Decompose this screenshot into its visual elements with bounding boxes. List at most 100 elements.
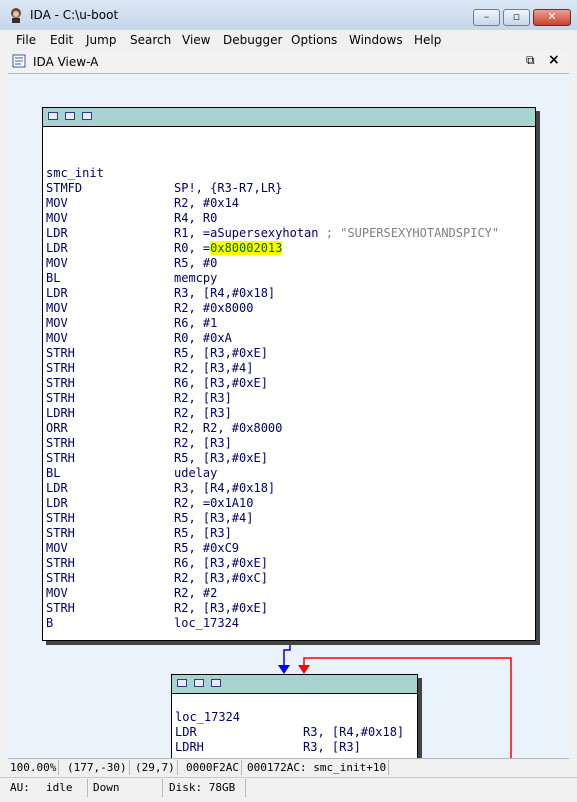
operand-text: R5, [R3,#0xE] [174, 346, 268, 360]
asm-line[interactable]: LDR R0, =0x80002013 [46, 241, 526, 256]
node-color-icon[interactable] [177, 679, 187, 687]
menu-windows[interactable]: Windows [349, 33, 403, 47]
menu-debugger[interactable]: Debugger [223, 33, 282, 47]
menu-jump[interactable]: Jump [86, 33, 116, 47]
divider [245, 779, 246, 797]
autoanalysis-label: AU: [10, 781, 30, 794]
mnemonic: STRH [46, 346, 75, 360]
node-color-icon[interactable] [48, 112, 58, 120]
operands: R6, #1 [174, 316, 217, 331]
node-collapse-icon[interactable] [194, 679, 204, 687]
asm-line[interactable]: MOV R2, #2 [46, 586, 526, 601]
operands: memcpy [174, 271, 217, 286]
operand-text: R2, #2 [174, 586, 218, 600]
operands: R0, =0x80002013 [174, 241, 283, 256]
asm-line[interactable]: MOV R4, R0 [46, 211, 526, 226]
asm-line[interactable]: LDR R3, [R4,#0x18] [46, 481, 526, 496]
asm-line[interactable]: LDR R1, =aSupersexyhotan ; "SUPERSEXYHOTA… [46, 226, 526, 241]
operands: R6, [R3,#0xE] [174, 376, 268, 391]
asm-line[interactable]: STRH R2, [R3,#0xE] [46, 601, 526, 616]
asm-line[interactable]: MOV R6, #1 [46, 316, 526, 331]
asm-line[interactable]: MOV R0, #0xA [46, 331, 526, 346]
current-address: 000172AC: smc_init+10 [245, 760, 390, 775]
asm-line[interactable]: BL memcpy [46, 271, 526, 286]
operands: R1, =aSupersexyhotan ; "SUPERSEXYHOTANDS… [174, 226, 499, 241]
operand-text: R5, #0xC9 [174, 541, 240, 555]
menu-file[interactable]: File [16, 33, 36, 47]
asm-line[interactable]: STRH R2, [R3,#4] [46, 361, 526, 376]
operands: R2, [R3,#0xC] [174, 571, 268, 586]
asm-line[interactable]: MOV R2, #0x14 [46, 196, 526, 211]
asm-line[interactable]: Bloc_17324 [46, 616, 526, 631]
operand-text: R2, [R3,#4] [174, 361, 254, 375]
operand-text: R2, [R3] [174, 406, 232, 420]
menu-view[interactable]: View [182, 33, 210, 47]
asm-line[interactable]: LDR R3, [R4,#0x18] [175, 725, 417, 740]
operand-text: R3, [R3] [303, 740, 361, 754]
code-label[interactable]: loc_17324 [175, 710, 240, 725]
ida-view-tab[interactable]: IDA View-A ⧉ × [8, 51, 569, 74]
graph-node-smc-init[interactable]: smc_init STMFD SP!, {R3-R7,LR} MOV R2, #0x14… [42, 107, 536, 641]
node-group-icon[interactable] [211, 679, 221, 687]
asm-line[interactable]: LDR R2, =0x1A10 [46, 496, 526, 511]
operands: R5, #0xC9 [174, 541, 239, 556]
asm-line[interactable]: STMFD SP!, {R3-R7,LR} [46, 181, 526, 196]
asm-line[interactable]: STRH R6, [R3,#0xE] [46, 376, 526, 391]
view-title: IDA View-A [33, 55, 99, 69]
asm-line[interactable]: LDRH R2, [R3] [46, 406, 526, 421]
operand-text: R6, [R3,#0xE] [174, 376, 268, 390]
asm-line[interactable]: LDRH R3, [R3] [175, 740, 417, 755]
asm-line[interactable]: STRH R2, [R3] [46, 436, 526, 451]
mnemonic: STRH [46, 436, 75, 450]
asm-line[interactable]: STRH R5, [R3,#4] [46, 511, 526, 526]
asm-line[interactable]: STRH R5, [R3,#0xE] [46, 346, 526, 361]
mnemonic: MOV [46, 331, 68, 345]
node-collapse-icon[interactable] [65, 112, 75, 120]
operand-text: R5, [R3,#4] [174, 511, 254, 525]
asm-line[interactable]: MOV R2, #0x8000 [46, 301, 526, 316]
asm-line[interactable]: STRH R5, [R3] [46, 526, 526, 541]
close-view-icon[interactable]: × [548, 52, 560, 68]
divider [162, 779, 163, 797]
mnemonic: STRH [46, 556, 75, 570]
asm-line[interactable]: STRH R2, [R3] [46, 391, 526, 406]
mnemonic: LDR [175, 725, 197, 739]
asm-line[interactable]: STRH R2, [R3,#0xC] [46, 571, 526, 586]
graph-status-bar: 100.00% (177,-30) (29,7) 0000F2AC 000172… [8, 758, 569, 777]
asm-line[interactable]: ORR R2, R2, #0x8000 [46, 421, 526, 436]
node-group-icon[interactable] [82, 112, 92, 120]
mnemonic: MOV [46, 256, 68, 270]
graph-node-loc-17324[interactable]: loc_17324 LDR R3, [R4,#0x18] LDRH R3, [R3] [171, 674, 418, 758]
asm-line[interactable]: STRH R6, [R3,#0xE] [46, 556, 526, 571]
divider [87, 779, 88, 797]
menu-help[interactable]: Help [414, 33, 441, 47]
ida-app-icon[interactable] [8, 7, 24, 23]
menu-edit[interactable]: Edit [50, 33, 73, 47]
minimize-button[interactable]: – [473, 9, 500, 26]
node-header [43, 108, 535, 127]
operand-text: R5, [R3] [174, 526, 232, 540]
mnemonic: MOV [46, 211, 68, 225]
maximize-button[interactable]: ▫ [503, 9, 530, 26]
asm-line[interactable]: MOV R5, #0xC9 [46, 541, 526, 556]
graph-canvas[interactable]: smc_init STMFD SP!, {R3-R7,LR} MOV R2, #0x14… [8, 74, 569, 758]
operand-text: R1, =aSupersexyhotan [174, 226, 319, 240]
mnemonic: MOV [46, 541, 68, 555]
operand-text: R2, [R3] [174, 436, 232, 450]
menu-search[interactable]: Search [130, 33, 171, 47]
comment: ; "SUPERSEXYHOTANDSPICY" [318, 226, 500, 240]
code-label[interactable]: smc_init [46, 166, 104, 181]
asm-line[interactable]: BL udelay [46, 466, 526, 481]
mnemonic: LDR [46, 226, 68, 240]
operand-text: R2, R2, #0x8000 [174, 421, 283, 435]
mnemonic: B [46, 616, 54, 630]
float-window-icon[interactable]: ⧉ [526, 53, 535, 68]
asm-line[interactable]: MOV R5, #0 [46, 256, 526, 271]
operands: R2, =0x1A10 [174, 496, 253, 511]
asm-line[interactable]: STRH R5, [R3,#0xE] [46, 451, 526, 466]
close-button[interactable]: ✕ [533, 9, 571, 26]
menu-options[interactable]: Options [291, 33, 337, 47]
asm-line[interactable]: LDR R3, [R4,#0x18] [46, 286, 526, 301]
operand-text: R2, #0x8000 [174, 301, 254, 315]
highlighted-constant[interactable]: 0x80002013 [210, 241, 283, 255]
